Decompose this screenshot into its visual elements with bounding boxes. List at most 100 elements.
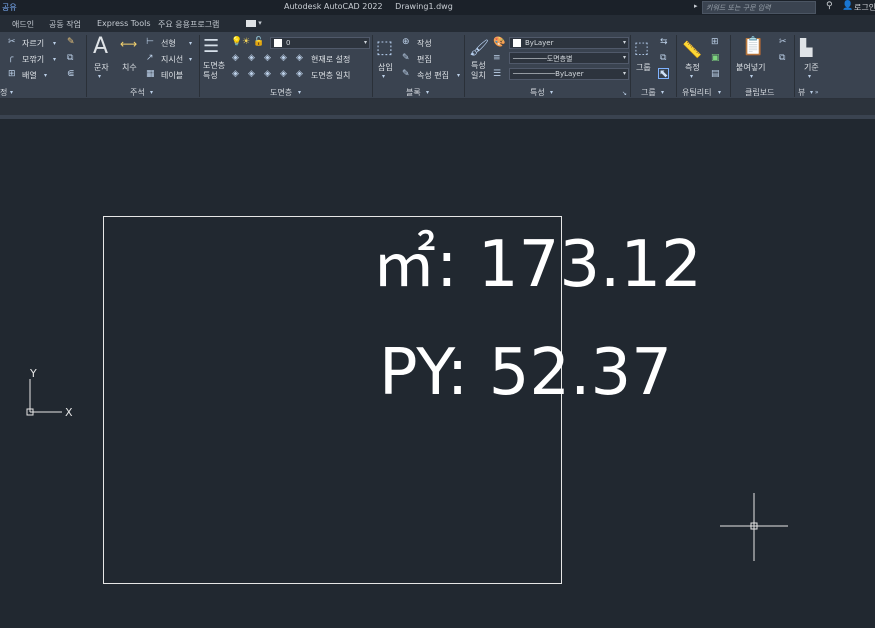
chevron-down-icon[interactable]: ▾ [98,72,101,81]
match-layer-button[interactable]: 도면층 일치 [311,70,350,81]
group-button[interactable]: 그룹 [636,62,651,73]
chevron-down-icon[interactable]: ▾ [426,88,429,97]
layer-properties-icon[interactable]: ☰ [203,37,219,57]
login-link[interactable]: 로그인 [854,2,875,13]
panel-title-annotation[interactable]: 주석 [130,87,145,98]
area-sqm-text[interactable]: ㎡: 173.12 [372,230,702,300]
chevron-down-icon[interactable]: ▾ [457,71,460,80]
group-select-icon[interactable]: ⬉ [658,68,670,79]
leader-button[interactable]: 지시선 [161,54,183,65]
ungroup-icon[interactable]: ⇆ [660,38,668,47]
chevron-down-icon[interactable]: ▾ [53,39,56,48]
drawing-canvas[interactable]: ㎡: 173.12 PY: 52.37 Y X [0,119,875,628]
panel-title-properties[interactable]: 특성 [530,87,545,98]
panel-title-layers[interactable]: 도면층 [270,87,292,98]
tab-addins[interactable]: 애드인 [12,19,34,30]
linear-dim-button[interactable]: 선형 [161,38,176,49]
layer-tool-icon[interactable]: ◈ [232,54,239,63]
lightbulb-icon[interactable]: 💡 [231,38,242,47]
panel-title-block[interactable]: 블록 [406,87,421,98]
dialog-launcher-icon[interactable]: ↘ [622,89,627,98]
measure-icon[interactable]: 📏 [682,40,702,60]
array-button[interactable]: 배열 [22,70,37,81]
chevron-down-icon[interactable]: ▾ [10,88,13,97]
panel-title-groups[interactable]: 그룹 [641,87,656,98]
layer-dropdown[interactable]: 0 ▾ [270,37,370,49]
make-current-button[interactable]: 현재로 설정 [311,54,350,65]
ucs-x-label: X [65,406,73,419]
insert-button[interactable]: 삽입 [378,62,393,73]
sun-icon[interactable]: ☀ [242,38,250,47]
copy-objects-icon[interactable]: ⧉ [67,54,73,63]
layer-tool-icon[interactable]: ◈ [232,70,239,79]
edit-block-button[interactable]: 편집 [417,54,432,65]
color-dropdown[interactable]: ByLayer ▾ [509,37,629,49]
group-edit-icon[interactable]: ⧉ [660,54,666,63]
text-icon[interactable]: A [93,36,108,58]
fillet-button[interactable]: 모깎기 [22,54,44,65]
area-pyeong-text[interactable]: PY: 52.37 [379,338,672,408]
dimension-button[interactable]: 치수 [122,62,137,73]
linetype-dropdown[interactable]: ────────도면층별 ▾ [509,52,629,64]
base-view-button[interactable]: 기준 [804,62,819,73]
layer-tool-icon[interactable]: ◈ [280,70,287,79]
color-wheel-icon[interactable]: 🎨 [493,38,505,48]
chevron-down-icon[interactable]: ▾ [750,72,753,81]
panel-title-view[interactable]: 뷰 [798,87,805,98]
tab-collaborate[interactable]: 공동 작업 [49,19,81,30]
chevron-down-icon[interactable]: ▾ [44,71,47,80]
paste-icon[interactable]: 📋 [742,37,764,57]
chevron-down-icon[interactable]: ▾ [690,72,693,81]
calculator-icon[interactable]: ▤ [711,70,720,79]
eraser-icon[interactable]: ✎ [67,38,75,47]
chevron-down-icon[interactable]: ▾ » [810,88,819,97]
match-layer-icon: ◈ [296,69,303,79]
panel-title-utilities[interactable]: 유틸리티 [682,87,711,98]
edit-attributes-button[interactable]: 속성 편집 [417,70,449,81]
match-properties-icon[interactable]: 🖌 [469,38,489,58]
copy-icon[interactable]: ⧉ [779,54,785,63]
share-button[interactable]: 공유 [2,2,17,13]
file-tab-bar [0,99,875,115]
lineweight-dropdown[interactable]: ──────────ByLayer ▾ [509,68,629,80]
chevron-down-icon[interactable]: ▾ [298,88,301,97]
panel-title-clipboard[interactable]: 클립보드 [745,87,774,98]
layer-tool-icon[interactable]: ◈ [280,54,287,63]
cut-icon[interactable]: ✂ [779,38,787,47]
expand-arrow-icon[interactable]: ▸ [694,2,698,10]
search-input[interactable]: 키워드 또는 구문 입력 [702,1,816,14]
id-point-icon[interactable]: ▣ [711,54,720,63]
chevron-down-icon[interactable]: ▾ [53,55,56,64]
layer-properties-button[interactable]: 도면층 특성 [203,61,225,81]
table-button[interactable]: 테이블 [161,70,183,81]
quick-select-icon[interactable]: ⊞ [711,38,719,47]
tab-featured-apps[interactable]: 주요 응용프로그램 [158,19,219,30]
offset-icon[interactable]: ⋐ [67,70,75,79]
layer-tool-icon[interactable]: ◈ [264,70,271,79]
layer-tool-icon[interactable]: ◈ [248,70,255,79]
create-block-button[interactable]: 작성 [417,38,432,49]
user-icon[interactable]: 👤 [842,1,853,11]
ribbon-toggle-button[interactable]: ▾ [246,19,266,28]
search-icon[interactable]: ⚲ [826,1,833,11]
chevron-down-icon[interactable]: ▾ [718,88,721,97]
base-view-icon[interactable]: ▙ [800,38,812,58]
insert-block-icon[interactable]: ⬚ [376,38,393,58]
layer-tool-icon[interactable]: ◈ [248,54,255,63]
match-properties-button[interactable]: 특성 일치 [471,61,486,81]
panel-title-modify[interactable]: 정 [0,87,7,98]
chevron-down-icon[interactable]: ▾ [189,39,192,48]
lock-icon[interactable]: 🔓 [253,38,264,47]
chevron-down-icon[interactable]: ▾ [808,72,811,81]
tab-express-tools[interactable]: Express Tools [97,19,151,28]
chevron-down-icon[interactable]: ▾ [189,55,192,64]
chevron-down-icon[interactable]: ▾ [382,72,385,81]
trim-button[interactable]: 자르기 [22,38,44,49]
layer-tool-icon[interactable]: ◈ [264,54,271,63]
chevron-down-icon[interactable]: ▾ [661,88,664,97]
chevron-down-icon[interactable]: ▾ [550,88,553,97]
text-button[interactable]: 문자 [94,62,109,73]
dimension-icon[interactable]: ⟷ [120,38,137,50]
chevron-down-icon[interactable]: ▾ [150,88,153,97]
group-icon[interactable]: ⬚ [634,38,649,58]
